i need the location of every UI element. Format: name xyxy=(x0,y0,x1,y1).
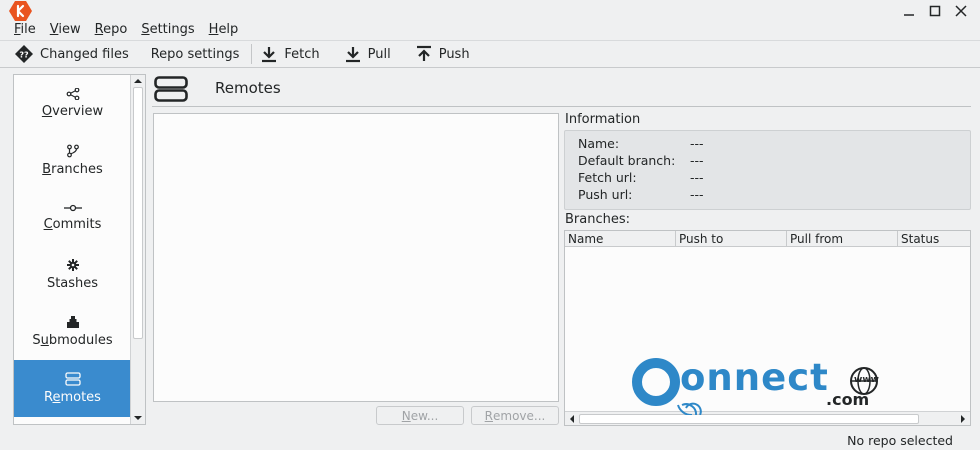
sidebar-item-label: Commits xyxy=(43,217,102,232)
status-text: No repo selected xyxy=(847,433,953,448)
sidebar: Overview Branches Commits Stashes Submod… xyxy=(13,74,146,425)
sidebar-item-submodules[interactable]: Submodules xyxy=(14,303,131,360)
toolbar-separator xyxy=(251,44,253,64)
info-default-branch-label: Default branch: xyxy=(578,153,676,168)
close-icon xyxy=(955,5,967,17)
scroll-up-icon[interactable] xyxy=(134,77,142,85)
sidebar-item-label: Stashes xyxy=(46,276,99,291)
svg-text:??: ?? xyxy=(19,51,29,60)
menu-view[interactable]: View xyxy=(44,21,89,39)
minimize-button[interactable] xyxy=(900,2,918,20)
scroll-right-icon[interactable] xyxy=(959,415,967,423)
column-header-push-to[interactable]: Push to xyxy=(676,231,787,247)
table-header: Name Push to Pull from Status xyxy=(565,231,970,247)
menu-file[interactable]: File xyxy=(8,21,44,39)
information-panel: Name: --- Default branch: --- Fetch url:… xyxy=(564,130,971,210)
minimize-icon xyxy=(904,14,914,16)
sidebar-scrollbar[interactable] xyxy=(130,75,145,424)
push-button[interactable]: Push xyxy=(411,41,478,67)
stash-icon xyxy=(66,259,79,271)
push-icon xyxy=(416,45,431,61)
scroll-down-icon[interactable] xyxy=(134,414,142,422)
remotes-icon xyxy=(64,372,81,386)
remotes-icon xyxy=(154,76,188,102)
share-icon xyxy=(66,88,79,100)
sidebar-item-label: Submodules xyxy=(32,333,113,348)
branch-icon xyxy=(66,144,79,158)
info-name-value: --- xyxy=(690,136,704,151)
page-title: Remotes xyxy=(215,79,281,97)
toolbar: ?? Changed files Repo settings Fetch Pul… xyxy=(0,40,980,68)
panel-splitter[interactable] xyxy=(561,113,563,426)
changed-files-button[interactable]: ?? Changed files xyxy=(10,41,137,67)
watermark-text: onnect xyxy=(680,356,829,399)
changed-files-label: Changed files xyxy=(40,46,129,62)
sidebar-item-label: Remotes xyxy=(44,390,101,405)
close-button[interactable] xyxy=(952,2,970,20)
repo-settings-button[interactable]: Repo settings xyxy=(137,41,248,67)
fetch-icon xyxy=(262,47,277,63)
watermark-www: www xyxy=(854,375,879,385)
watermark-com: .com xyxy=(826,390,870,409)
remotes-list[interactable] xyxy=(153,113,559,402)
info-fetch-url-value: --- xyxy=(690,170,704,185)
remove-remote-button[interactable]: Remove... xyxy=(471,406,559,425)
branches-scroll-thumb[interactable] xyxy=(579,414,919,424)
maximize-button[interactable] xyxy=(926,2,944,20)
header-divider xyxy=(152,106,971,107)
menu-settings[interactable]: Settings xyxy=(135,21,202,39)
column-header-name[interactable]: Name xyxy=(565,231,676,247)
info-push-url-value: --- xyxy=(690,187,704,202)
sidebar-item-overview[interactable]: Overview xyxy=(14,75,131,132)
submodule-icon xyxy=(66,316,79,328)
sidebar-scroll-thumb[interactable] xyxy=(133,87,143,339)
repo-settings-label: Repo settings xyxy=(150,46,240,62)
commit-icon xyxy=(63,204,82,212)
info-fetch-url-label: Fetch url: xyxy=(578,170,637,185)
menu-help[interactable]: Help xyxy=(203,21,247,39)
title-bar xyxy=(0,0,980,22)
menu-bar: File View Repo Settings Help xyxy=(8,21,246,39)
pull-icon xyxy=(345,47,360,63)
pull-button[interactable]: Pull xyxy=(340,41,399,67)
sidebar-item-label: Overview xyxy=(41,104,104,119)
maximize-icon xyxy=(929,5,941,17)
branches-label: Branches: xyxy=(565,212,631,227)
changed-files-icon: ?? xyxy=(15,45,33,63)
information-label: Information xyxy=(565,112,641,127)
fetch-label: Fetch xyxy=(284,46,320,62)
sidebar-item-commits[interactable]: Commits xyxy=(14,189,131,246)
info-push-url-label: Push url: xyxy=(578,187,633,202)
fetch-button[interactable]: Fetch xyxy=(256,41,327,67)
column-header-status[interactable]: Status xyxy=(898,231,970,247)
sidebar-item-branches[interactable]: Branches xyxy=(14,132,131,189)
pull-label: Pull xyxy=(367,46,391,62)
page-header: Remotes xyxy=(152,74,972,106)
menu-repo[interactable]: Repo xyxy=(89,21,136,39)
info-name-label: Name: xyxy=(578,136,620,151)
sidebar-item-stashes[interactable]: Stashes xyxy=(14,246,131,303)
sidebar-item-remotes[interactable]: Remotes xyxy=(14,360,131,417)
sidebar-item-label: Branches xyxy=(42,162,103,177)
column-header-pull-from[interactable]: Pull from xyxy=(787,231,898,247)
push-label: Push xyxy=(438,46,470,62)
scroll-left-icon[interactable] xyxy=(568,415,576,423)
app-logo-icon xyxy=(9,1,32,21)
watermark-logo: onnect www .com xyxy=(626,353,898,416)
info-default-branch-value: --- xyxy=(690,153,704,168)
new-remote-button[interactable]: New... xyxy=(376,406,464,425)
